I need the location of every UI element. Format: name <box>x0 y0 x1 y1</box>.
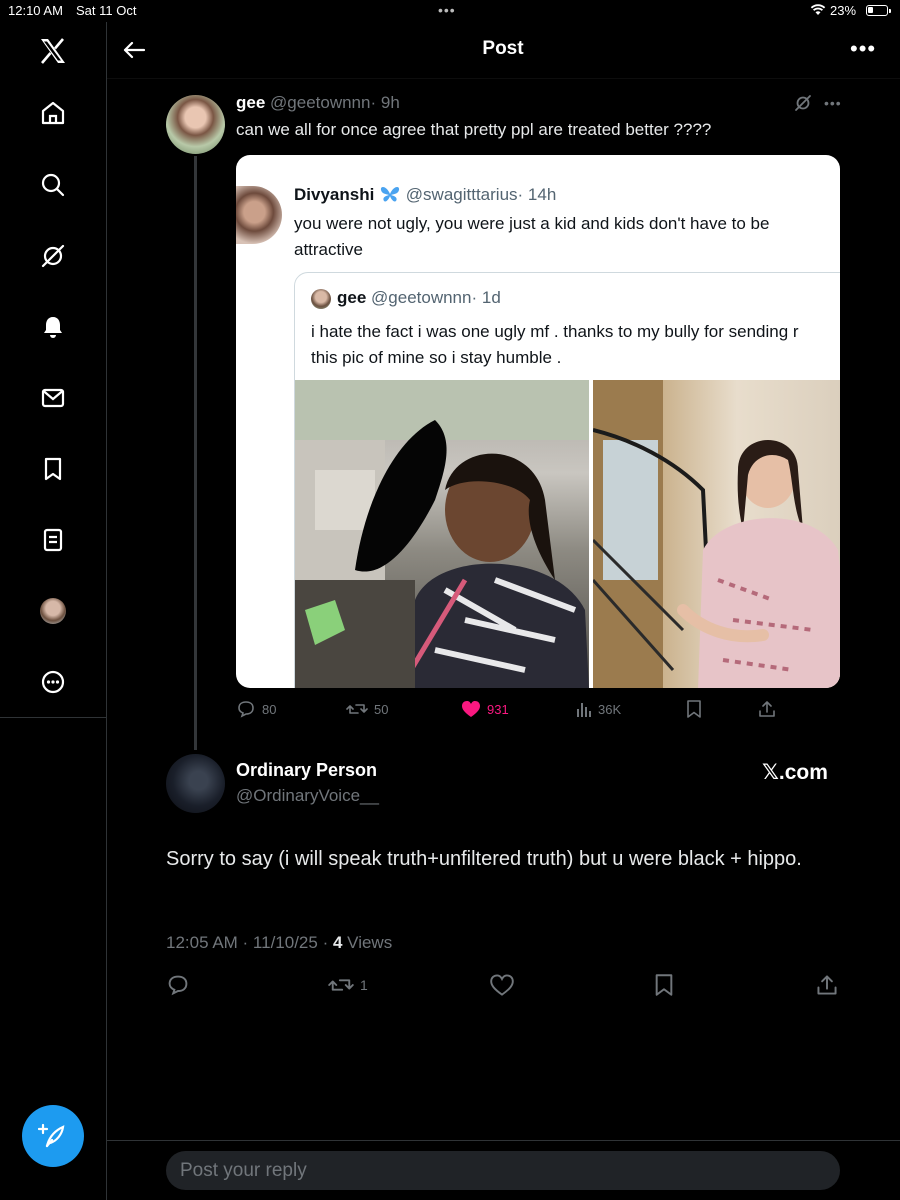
childhood-photo[interactable] <box>295 380 589 688</box>
like-count: 931 <box>487 701 509 717</box>
more-options-icon[interactable]: ••• <box>850 36 876 62</box>
messages-icon[interactable] <box>38 383 68 413</box>
analytics-icon <box>577 703 591 717</box>
nested-author-name: gee <box>337 288 367 307</box>
tweet-text: can we all for once agree that pretty pp… <box>236 120 712 139</box>
reply-input-placeholder: Post your reply <box>180 1160 307 1181</box>
lists-icon[interactable] <box>38 525 68 555</box>
search-icon[interactable] <box>38 170 68 200</box>
nested-text: i hate the fact i was one ugly mf . than… <box>311 322 799 367</box>
reply-bookmark-action[interactable] <box>654 974 674 996</box>
repost-icon <box>328 979 354 991</box>
author-name[interactable]: gee <box>236 93 265 112</box>
bookmarks-icon[interactable] <box>38 454 68 484</box>
quoted-author-avatar[interactable] <box>236 186 282 244</box>
home-icon[interactable] <box>38 98 68 128</box>
nested-header: gee @geetownnn· 1d <box>337 288 501 308</box>
quoted-header: Divyanshi @swagitttarius· 14h <box>294 185 556 205</box>
reply-timestamp[interactable]: 12:05 AM · 11/10/25 · <box>166 933 333 952</box>
quoted-author-handle[interactable]: @swagitttarius <box>406 185 518 204</box>
grok-icon[interactable] <box>794 94 812 112</box>
more-circle-icon[interactable] <box>38 667 68 697</box>
repost-action[interactable]: 50 <box>346 700 388 718</box>
reply-share-action[interactable] <box>816 974 838 996</box>
bookmark-icon <box>687 700 701 718</box>
page-title: Post <box>482 38 524 59</box>
like-action[interactable]: 931 <box>461 700 509 718</box>
recent-photo[interactable] <box>593 380 840 688</box>
quoted-time: · 14h <box>517 185 557 204</box>
reply-reply-action[interactable] <box>166 974 190 996</box>
reply-icon <box>238 701 254 718</box>
status-bar: 12:10 AM Sat 11 Oct ••• 23% <box>0 0 900 22</box>
reply-text: Sorry to say (i will speak truth+unfilte… <box>166 848 802 870</box>
back-button[interactable] <box>122 40 146 60</box>
reply-input[interactable]: Post your reply <box>166 1151 840 1190</box>
nested-quoted-post[interactable]: gee @geetownnn· 1d i hate the fact i was… <box>294 272 840 688</box>
grok-icon[interactable] <box>38 241 68 271</box>
reply-meta: 12:05 AM · 11/10/25 · 4 Views <box>166 933 392 953</box>
butterfly-icon <box>379 185 401 203</box>
quoted-author-name[interactable]: Divyanshi <box>294 185 374 204</box>
compose-post-button[interactable] <box>22 1105 84 1167</box>
bookmark-action[interactable] <box>686 700 702 718</box>
x-logo-icon[interactable] <box>38 36 68 66</box>
share-action[interactable] <box>758 700 776 718</box>
tweet-more-icon[interactable]: ••• <box>824 95 842 111</box>
reply-views-label: Views <box>342 933 393 952</box>
reply-repost-count: 1 <box>360 977 368 993</box>
nested-author-avatar <box>311 289 331 309</box>
tweet-header-actions: ••• <box>794 94 842 112</box>
repost-count: 50 <box>374 701 389 717</box>
share-icon <box>817 975 837 995</box>
nested-time: · 1d <box>471 288 501 307</box>
source-watermark: 𝕏.com <box>762 761 828 784</box>
quoted-text: you were not ugly, you were just a kid a… <box>294 214 770 259</box>
reply-action[interactable]: 80 <box>236 700 276 718</box>
views-action[interactable]: 36K <box>576 700 621 718</box>
share-icon <box>759 701 775 717</box>
reply-count: 80 <box>262 701 277 717</box>
reply-author-name[interactable]: Ordinary Person <box>236 760 377 781</box>
repost-icon <box>346 704 368 714</box>
status-date: Sat 11 Oct <box>76 3 137 18</box>
wifi-icon <box>810 4 826 16</box>
profile-avatar[interactable] <box>40 598 66 624</box>
nested-author-handle: @geetownnn <box>371 288 472 307</box>
author-handle[interactable]: @geetownnn <box>270 93 370 112</box>
header-divider <box>107 78 900 79</box>
status-time: 12:10 AM <box>8 3 63 18</box>
author-avatar[interactable] <box>166 95 225 154</box>
reply-like-action[interactable] <box>490 974 514 996</box>
sidebar <box>0 22 107 1200</box>
multitask-dots-icon[interactable]: ••• <box>438 2 456 18</box>
reply-author-handle[interactable]: @OrdinaryVoice__ <box>236 786 379 806</box>
reply-icon <box>168 975 188 996</box>
bookmark-icon <box>655 974 673 996</box>
tweet-time[interactable]: · 9h <box>370 93 399 112</box>
thread-line <box>194 156 197 750</box>
tweet-action-bar: 80 50 931 36K <box>236 700 836 722</box>
heart-icon <box>490 974 514 996</box>
views-count: 36K <box>598 701 622 717</box>
tweet-header: gee @geetownnn· 9h <box>236 93 400 113</box>
heart-filled-icon <box>462 701 480 717</box>
reply-repost-action[interactable]: 1 <box>328 974 368 996</box>
quoted-post-card[interactable]: Divyanshi @swagitttarius· 14h you were n… <box>236 155 840 688</box>
battery-icon <box>866 5 891 16</box>
reply-action-bar: 1 <box>166 974 846 998</box>
notifications-icon[interactable] <box>38 312 68 342</box>
battery-percent: 23% <box>830 3 857 18</box>
reply-author-avatar[interactable] <box>166 754 225 813</box>
sidebar-divider <box>0 717 106 718</box>
reply-box-divider <box>107 1140 900 1141</box>
